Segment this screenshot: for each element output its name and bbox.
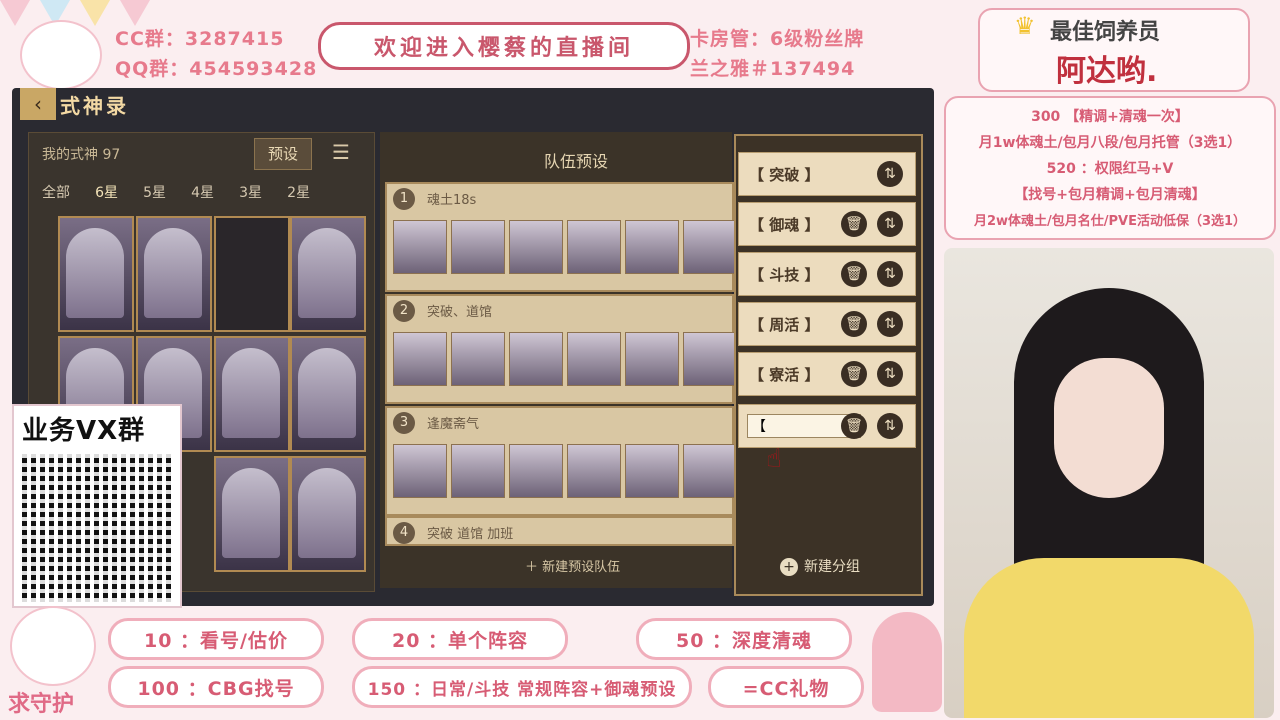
shikigami-card[interactable] xyxy=(214,216,290,332)
team-number: 3 xyxy=(393,412,415,434)
team-row[interactable]: 1 魂土18s xyxy=(385,182,737,292)
tab-2star[interactable]: 2星 xyxy=(287,182,310,202)
new-group-button[interactable]: + 新建分组 xyxy=(780,556,860,576)
qr-title: 业务VX群 xyxy=(22,416,146,446)
tab-3star[interactable]: 3星 xyxy=(239,182,262,202)
anime-girl-mascot xyxy=(872,612,942,712)
shikigami-card[interactable] xyxy=(290,456,366,572)
group-item[interactable]: 【 寮活 】 🗑 ⇅ xyxy=(738,352,916,396)
tab-all[interactable]: 全部 xyxy=(42,182,70,202)
qq-group: QQ群：454593428 xyxy=(115,58,318,80)
team-name: 突破、道馆 xyxy=(427,305,493,320)
team-number: 4 xyxy=(393,522,415,544)
mascot-avatar xyxy=(20,20,102,90)
best-feeder-name: 阿达哟. xyxy=(1056,54,1158,89)
plus-icon: + xyxy=(780,558,798,576)
group-item[interactable]: 【 突破 】 ⇅ xyxy=(738,152,916,196)
team-name: 逢魔斋气 xyxy=(427,417,480,432)
shikigami-card[interactable] xyxy=(290,216,366,332)
team-preset-title: 队伍预设 xyxy=(544,152,609,171)
crown-icon: ♛ xyxy=(1014,12,1036,40)
price-pill: 150 ：日常/斗技 常规阵容+御魂预设 xyxy=(352,666,692,708)
game-title: 式神录 xyxy=(60,94,129,118)
card-manager: 卡房管：6级粉丝牌 xyxy=(690,28,865,50)
price-line-2: 月1w体魂土/包月八段/包月托管（3选1） xyxy=(978,135,1242,151)
shikigami-card[interactable] xyxy=(290,336,366,452)
price-pill: 10 ：看号/估价 xyxy=(108,618,324,660)
welcome-banner: 欢迎进入樱蔡的直播间 xyxy=(318,22,690,70)
team-name: 突破 道馆 加班 xyxy=(427,527,514,542)
trash-icon[interactable]: 🗑 xyxy=(841,261,867,287)
trash-icon[interactable]: 🗑 xyxy=(841,361,867,387)
qr-code xyxy=(22,454,172,602)
shikigami-card[interactable] xyxy=(214,456,290,572)
group-label: 【 突破 】 xyxy=(749,166,820,184)
price-line-4: 【找号+包月精调+包月清魂】 xyxy=(1014,187,1206,203)
sort-icon[interactable]: ⇅ xyxy=(877,413,903,439)
new-preset-button[interactable]: ＋ 新建预设队伍 xyxy=(525,556,620,575)
preset-button[interactable]: 预设 xyxy=(254,138,312,170)
group-item[interactable]: 【 斗技 】 🗑 ⇅ xyxy=(738,252,916,296)
price-line-3: 520 ：权限红马+V xyxy=(1046,161,1174,177)
best-feeder-title: 最佳饲养员 xyxy=(1050,20,1161,45)
price-pill: =CC礼物 xyxy=(708,666,864,708)
price-pill: 50 ：深度清魂 xyxy=(636,618,852,660)
webcam-feed xyxy=(944,248,1274,718)
cursor-icon: ☝ xyxy=(766,444,782,474)
group-label: 【 寮活 】 xyxy=(749,366,820,384)
list-icon[interactable]: ☰ xyxy=(332,140,350,164)
sort-icon[interactable]: ⇅ xyxy=(877,161,903,187)
tab-4star[interactable]: 4星 xyxy=(191,182,214,202)
tab-6star[interactable]: 6星 xyxy=(95,182,118,202)
star-tabs: 全部 6星 5星 4星 3星 2星 xyxy=(42,182,330,202)
new-group-label: 新建分组 xyxy=(804,559,860,575)
group-label: 【 周活 】 xyxy=(749,316,820,334)
streamer-sweater xyxy=(964,558,1254,718)
group-item-editing[interactable]: 🗑 ⇅ xyxy=(738,404,916,448)
trash-icon[interactable]: 🗑 xyxy=(841,311,867,337)
cat-mascot xyxy=(10,606,96,686)
group-label: 【 斗技 】 xyxy=(749,266,820,284)
lan-zhiya: 兰之雅＃137494 xyxy=(690,58,856,80)
team-row[interactable]: 3 逢魔斋气 xyxy=(385,406,737,516)
sort-icon[interactable]: ⇅ xyxy=(877,211,903,237)
streamer-face xyxy=(1054,358,1164,498)
group-item[interactable]: 【 御魂 】 🗑 ⇅ xyxy=(738,202,916,246)
back-button[interactable]: ‹ xyxy=(20,88,56,120)
team-name: 魂土18s xyxy=(427,193,477,208)
trash-icon[interactable]: 🗑 xyxy=(841,413,867,439)
price-line-1: 300 【精调+清魂一次】 xyxy=(1031,109,1189,125)
team-row[interactable]: 4 突破 道馆 加班 xyxy=(385,516,734,546)
price-card: 300 【精调+清魂一次】 月1w体魂土/包月八段/包月托管（3选1） 520 … xyxy=(944,96,1276,240)
sort-icon[interactable]: ⇅ xyxy=(877,361,903,387)
price-line-5: 月2w体魂土/包月名仕/PVE活动低保（3选1） xyxy=(973,214,1247,229)
qr-panel: 业务VX群 xyxy=(12,404,182,608)
sort-icon[interactable]: ⇅ xyxy=(877,261,903,287)
shikigami-card[interactable] xyxy=(136,216,212,332)
tab-5star[interactable]: 5星 xyxy=(143,182,166,202)
team-row[interactable]: 2 突破、道馆 xyxy=(385,294,737,404)
best-feeder-card: ♛ 最佳饲养员 阿达哟. xyxy=(978,8,1250,92)
price-pill: 20 ：单个阵容 xyxy=(352,618,568,660)
price-pill: 100 ：CBG找号 xyxy=(108,666,324,708)
trash-icon[interactable]: 🗑 xyxy=(841,211,867,237)
team-number: 1 xyxy=(393,188,415,210)
cc-group: CC群：3287415 xyxy=(115,28,285,50)
sort-icon[interactable]: ⇅ xyxy=(877,311,903,337)
team-number: 2 xyxy=(393,300,415,322)
my-shikigami-count: 我的式神 97 xyxy=(42,147,121,163)
group-label: 【 御魂 】 xyxy=(749,216,820,234)
guard-text: 求守护 xyxy=(8,692,75,717)
group-item[interactable]: 【 周活 】 🗑 ⇅ xyxy=(738,302,916,346)
shikigami-card[interactable] xyxy=(214,336,290,452)
shikigami-card[interactable] xyxy=(58,216,134,332)
